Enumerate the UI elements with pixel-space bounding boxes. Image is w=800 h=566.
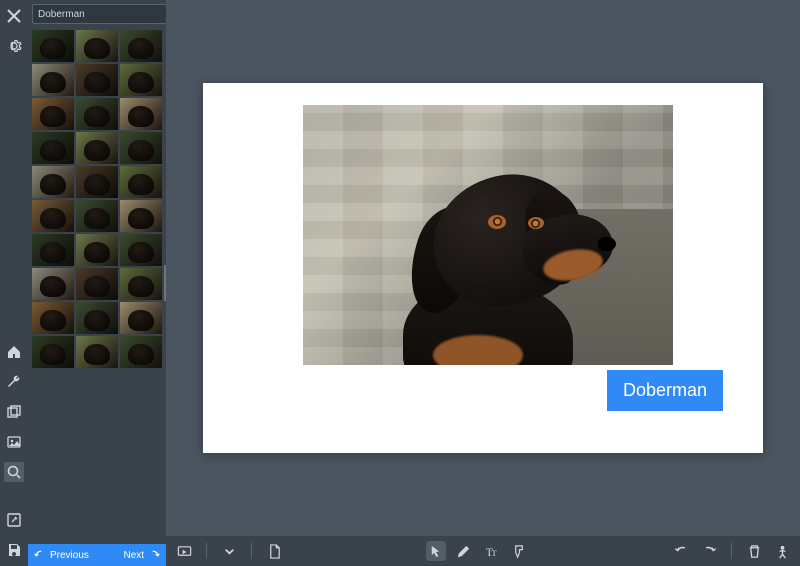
thumbnail[interactable] bbox=[76, 234, 118, 266]
thumbnail[interactable] bbox=[76, 268, 118, 300]
present-icon[interactable] bbox=[174, 541, 194, 561]
thumbnail[interactable] bbox=[76, 64, 118, 96]
exit-icon[interactable] bbox=[772, 541, 792, 561]
thumbnail[interactable] bbox=[120, 200, 162, 232]
thumbnail[interactable] bbox=[120, 132, 162, 164]
thumbnail[interactable] bbox=[32, 268, 74, 300]
settings-icon[interactable] bbox=[4, 36, 24, 56]
app-logo-icon[interactable] bbox=[4, 6, 24, 26]
thumbnail[interactable] bbox=[120, 166, 162, 198]
thumbnail[interactable] bbox=[76, 302, 118, 334]
previous-label: Previous bbox=[50, 550, 89, 561]
trash-icon[interactable] bbox=[744, 541, 764, 561]
thumbnail[interactable] bbox=[120, 234, 162, 266]
next-label: Next bbox=[123, 550, 144, 561]
save-icon[interactable] bbox=[4, 540, 24, 560]
thumbnail[interactable] bbox=[120, 30, 162, 62]
cursor-tool-icon[interactable] bbox=[426, 541, 446, 561]
previous-button[interactable]: Previous bbox=[34, 549, 89, 561]
wrench-icon[interactable] bbox=[4, 372, 24, 392]
undo-icon[interactable] bbox=[671, 541, 691, 561]
slide-textbox[interactable]: Doberman bbox=[607, 370, 723, 411]
page-icon[interactable] bbox=[264, 541, 284, 561]
thumbnail[interactable] bbox=[76, 336, 118, 368]
chevron-down-icon[interactable] bbox=[219, 541, 239, 561]
thumbnail[interactable] bbox=[120, 336, 162, 368]
thumbnail[interactable] bbox=[76, 132, 118, 164]
text-tool-icon[interactable]: TT bbox=[482, 541, 502, 561]
thumbnail[interactable] bbox=[32, 336, 74, 368]
slide[interactable]: Doberman bbox=[203, 83, 763, 453]
edit-icon[interactable] bbox=[4, 510, 24, 530]
thumbnail[interactable] bbox=[120, 98, 162, 130]
svg-text:T: T bbox=[492, 548, 497, 558]
thumbnail[interactable] bbox=[120, 64, 162, 96]
canvas-area[interactable]: Doberman bbox=[166, 0, 800, 536]
thumbnail[interactable] bbox=[76, 30, 118, 62]
thumbnail[interactable] bbox=[32, 234, 74, 266]
thumbnail[interactable] bbox=[32, 302, 74, 334]
app-root: Previous Next bbox=[0, 0, 800, 566]
thumbnail[interactable] bbox=[32, 64, 74, 96]
redo-icon[interactable] bbox=[699, 541, 719, 561]
left-rail bbox=[0, 0, 28, 566]
search-panel-icon[interactable] bbox=[4, 462, 24, 482]
thumbnail[interactable] bbox=[76, 200, 118, 232]
search-input[interactable] bbox=[32, 4, 176, 24]
main-area: Doberman bbox=[166, 0, 800, 566]
thumbnail-grid[interactable] bbox=[28, 28, 166, 544]
thumbnail[interactable] bbox=[32, 30, 74, 62]
pen-tool-icon[interactable] bbox=[454, 541, 474, 561]
bottom-toolbar: TT bbox=[166, 536, 800, 566]
thumbnail[interactable] bbox=[76, 98, 118, 130]
thumbnail[interactable] bbox=[120, 302, 162, 334]
panel-pagination: Previous Next bbox=[28, 544, 166, 566]
thumbnail[interactable] bbox=[32, 132, 74, 164]
thumbnail[interactable] bbox=[32, 166, 74, 198]
thumbnail[interactable] bbox=[32, 200, 74, 232]
thumbnail[interactable] bbox=[76, 166, 118, 198]
home-icon[interactable] bbox=[4, 342, 24, 362]
image-search-panel: Previous Next bbox=[28, 0, 166, 566]
thumbnail[interactable] bbox=[120, 268, 162, 300]
thumbnail[interactable] bbox=[32, 98, 74, 130]
slide-image[interactable] bbox=[303, 105, 673, 365]
layers-icon[interactable] bbox=[4, 402, 24, 422]
next-button[interactable]: Next bbox=[123, 549, 160, 561]
media-icon[interactable] bbox=[4, 432, 24, 452]
format-painter-icon[interactable] bbox=[510, 541, 530, 561]
